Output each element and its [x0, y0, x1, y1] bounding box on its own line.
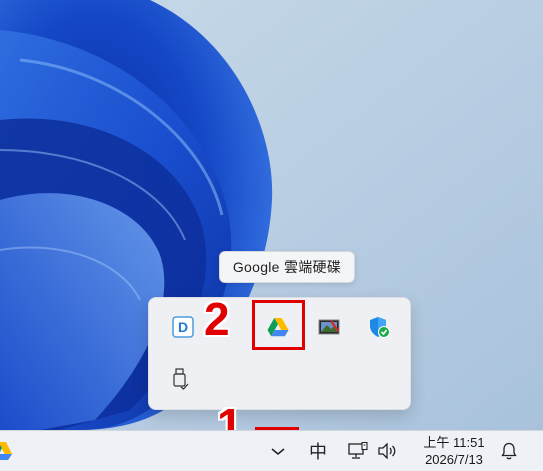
hidden-icons-flyout: D: [148, 297, 411, 410]
chevron-up-icon: [271, 448, 285, 456]
image-app-icon[interactable]: [309, 307, 349, 347]
google-drive-icon[interactable]: [258, 307, 298, 347]
taskbar: 中 上午 11:51 2026/7/13: [0, 430, 543, 471]
dictionary-icon-letter: D: [178, 319, 188, 335]
google-drive-tooltip: Google 雲端硬碟: [219, 251, 355, 283]
usb-device-icon[interactable]: [160, 359, 200, 399]
dictionary-app-icon[interactable]: D: [163, 307, 203, 347]
input-method-indicator[interactable]: 中: [304, 431, 332, 471]
security-shield-icon[interactable]: [359, 307, 399, 347]
network-icon[interactable]: [343, 431, 373, 471]
step-number-2: 2: [204, 293, 230, 345]
clock-time: 上午 11:51: [423, 435, 485, 450]
volume-icon[interactable]: [373, 431, 401, 471]
show-hidden-icons-button[interactable]: [258, 431, 298, 471]
pinned-app-icon[interactable]: [0, 431, 13, 471]
notification-bell-icon[interactable]: [496, 431, 522, 471]
clock-date: 2026/7/13: [425, 452, 483, 467]
clock[interactable]: 上午 11:51 2026/7/13: [412, 431, 496, 471]
